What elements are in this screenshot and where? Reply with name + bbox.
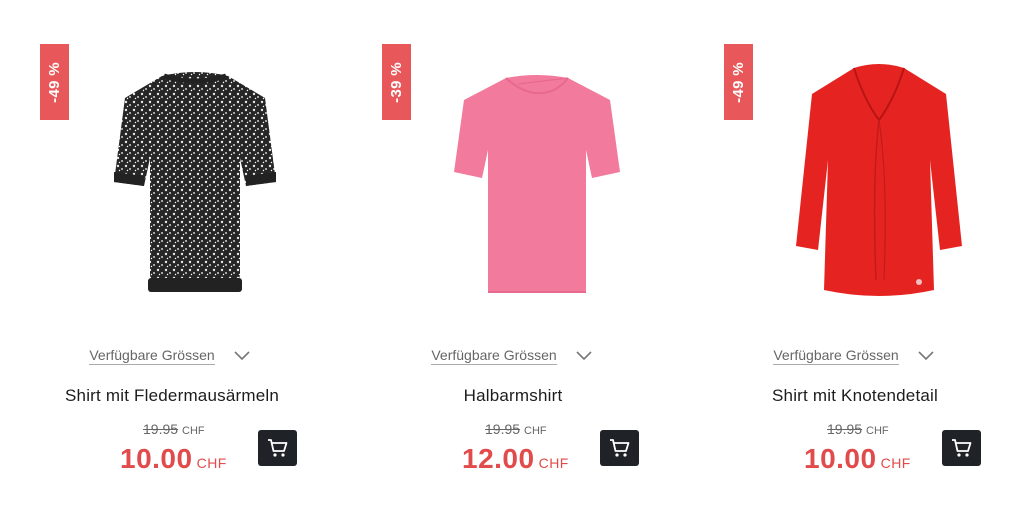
- sale-price-value: 10.00: [804, 443, 877, 474]
- old-price-currency: CHF: [182, 425, 205, 437]
- add-to-cart-button[interactable]: [258, 430, 297, 466]
- old-price: 19.95 CHF: [827, 421, 889, 437]
- sale-price: 10.00 CHF: [120, 443, 227, 475]
- sizes-label[interactable]: Verfügbare Grössen: [89, 347, 215, 365]
- discount-text: -39 %: [388, 61, 405, 103]
- sizes-label[interactable]: Verfügbare Grössen: [431, 347, 557, 365]
- product-name[interactable]: Halbarmshirt: [342, 386, 684, 406]
- shopping-cart-icon: [267, 439, 287, 457]
- discount-badge: -49 %: [40, 44, 69, 120]
- sale-price: 10.00 CHF: [804, 443, 911, 475]
- shirt-black-floral-icon: [114, 72, 276, 292]
- shopping-cart-icon: [609, 439, 629, 457]
- old-price-value: 19.95: [827, 421, 863, 437]
- discount-text: -49 %: [730, 61, 747, 103]
- sizes-label[interactable]: Verfügbare Grössen: [773, 347, 899, 365]
- sale-price-currency: CHF: [196, 455, 227, 471]
- product-name[interactable]: Shirt mit Fledermausärmeln: [37, 386, 307, 406]
- old-price-value: 19.95: [143, 421, 179, 437]
- add-to-cart-button[interactable]: [942, 430, 981, 466]
- product-image[interactable]: [784, 60, 974, 310]
- product-name[interactable]: Shirt mit Knotendetail: [684, 386, 1024, 406]
- product-card[interactable]: -49 % Verfügbare Grössen Shirt mit Flede…: [0, 0, 342, 509]
- old-price: 19.95 CHF: [143, 421, 205, 437]
- shirt-red-icon: [796, 64, 962, 296]
- discount-badge: -49 %: [724, 44, 753, 120]
- old-price-currency: CHF: [866, 425, 889, 437]
- product-image[interactable]: [100, 60, 290, 310]
- discount-text: -49 %: [46, 61, 63, 103]
- sizes-selector[interactable]: Verfügbare Grössen: [0, 347, 360, 365]
- old-price: 19.95 CHF: [485, 421, 547, 437]
- chevron-down-icon[interactable]: [917, 350, 935, 362]
- sale-price-value: 12.00: [462, 443, 535, 474]
- sale-price: 12.00 CHF: [462, 443, 569, 475]
- shopping-cart-icon: [951, 439, 971, 457]
- product-image[interactable]: [442, 60, 632, 310]
- chevron-down-icon[interactable]: [575, 350, 593, 362]
- sale-price-currency: CHF: [880, 455, 911, 471]
- old-price-currency: CHF: [524, 425, 547, 437]
- discount-badge: -39 %: [382, 44, 411, 120]
- sizes-selector[interactable]: Verfügbare Grössen: [322, 347, 702, 365]
- shirt-pink-icon: [454, 75, 620, 293]
- add-to-cart-button[interactable]: [600, 430, 639, 466]
- product-grid: -49 % Verfügbare Grössen Shirt mit Flede…: [0, 0, 1024, 509]
- product-card[interactable]: -49 % Verfügbare Grössen Shirt mit Knote…: [684, 0, 1024, 509]
- old-price-value: 19.95: [485, 421, 521, 437]
- sale-price-value: 10.00: [120, 443, 193, 474]
- sale-price-currency: CHF: [538, 455, 569, 471]
- product-card[interactable]: -39 % Verfügbare Grössen Halbarmshirt 19…: [342, 0, 684, 509]
- chevron-down-icon[interactable]: [233, 350, 251, 362]
- sizes-selector[interactable]: Verfügbare Grössen: [664, 347, 1024, 365]
